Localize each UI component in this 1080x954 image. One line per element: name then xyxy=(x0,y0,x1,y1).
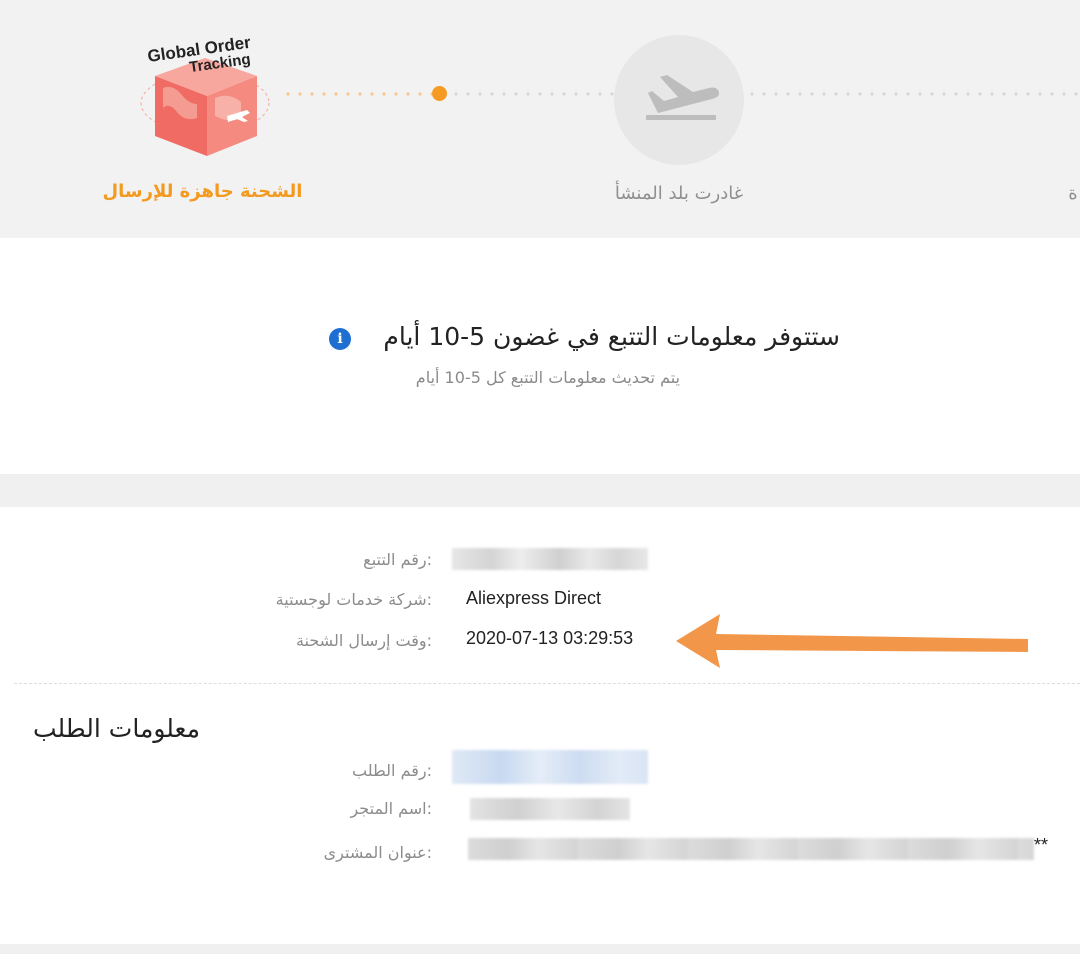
logistics-company-label: :شركة خدمات لوجستية xyxy=(275,590,432,609)
logistics-company-value: Aliexpress Direct xyxy=(466,588,602,608)
stage-label-ready: الشحنة جاهزة للإرسال xyxy=(102,181,303,202)
tracking-progress: Global Order Tracking الشحنة جاهزة للإرس… xyxy=(0,0,1080,238)
buyer-address-suffix: ** xyxy=(1034,835,1049,855)
order-info-title: معلومات الطلب xyxy=(32,714,200,743)
info-icon[interactable]: i xyxy=(329,328,351,350)
ship-time-value: 2020-07-13 03:29:53 xyxy=(466,628,634,648)
progress-line-pending-2 xyxy=(746,92,1080,96)
airplane-landing-icon xyxy=(646,75,720,120)
store-name-label: :اسم المتجر xyxy=(350,799,432,818)
order-number-label: :رقم الطلب xyxy=(352,761,432,780)
tracking-number-label: :رقم التتبع xyxy=(363,550,432,569)
arrow-left-icon xyxy=(676,614,1028,668)
stage-label-next: ة xyxy=(1068,183,1078,204)
bottom-separator xyxy=(0,944,1080,954)
progress-line-complete xyxy=(282,92,432,96)
tracking-number-value-redacted xyxy=(452,548,648,570)
stage-departed-circle xyxy=(614,35,744,165)
tracking-notice-title: ستتوفر معلومات التتبع في غضون 5-10 أيام xyxy=(383,322,840,351)
progress-current-dot xyxy=(432,86,447,101)
progress-line-pending xyxy=(450,92,614,96)
stage-label-departed: غادرت بلد المنشأ xyxy=(614,183,744,204)
section-separator xyxy=(0,474,1080,507)
order-number-value-redacted[interactable] xyxy=(452,750,648,784)
buyer-address-value-redacted xyxy=(468,838,1034,860)
tracking-notice-subtitle: يتم تحديث معلومات التتبع كل 5-10 أيام xyxy=(415,368,680,387)
ship-time-label: :وقت إرسال الشحنة xyxy=(295,631,432,650)
global-order-tracking-logo: Global Order Tracking xyxy=(140,33,270,156)
dashed-divider xyxy=(14,683,1080,684)
buyer-address-label: :عنوان المشترى xyxy=(323,843,432,862)
store-name-value-redacted[interactable] xyxy=(470,798,630,820)
